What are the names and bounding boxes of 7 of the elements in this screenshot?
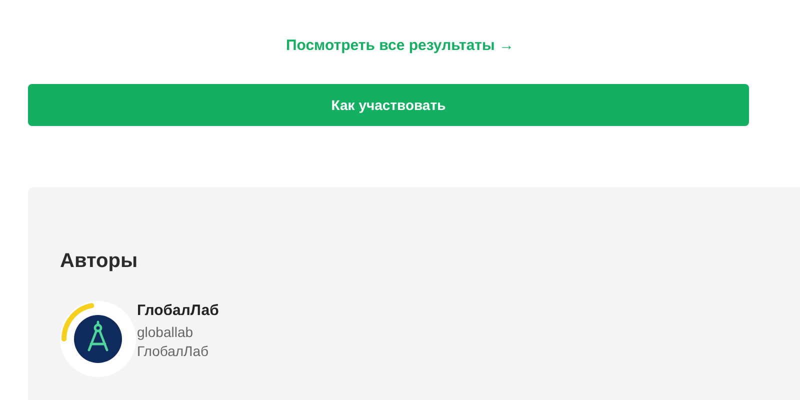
avatar-icon xyxy=(60,301,136,377)
view-all-results-link[interactable]: Посмотреть все результаты → xyxy=(286,37,514,54)
author-username: globallab xyxy=(137,323,194,342)
author-display-name: ГлобалЛаб xyxy=(137,342,210,361)
author-name: ГлобалЛаб xyxy=(137,301,219,321)
how-to-participate-button[interactable]: Как участвовать xyxy=(28,84,749,126)
authors-heading: Авторы xyxy=(60,249,139,273)
